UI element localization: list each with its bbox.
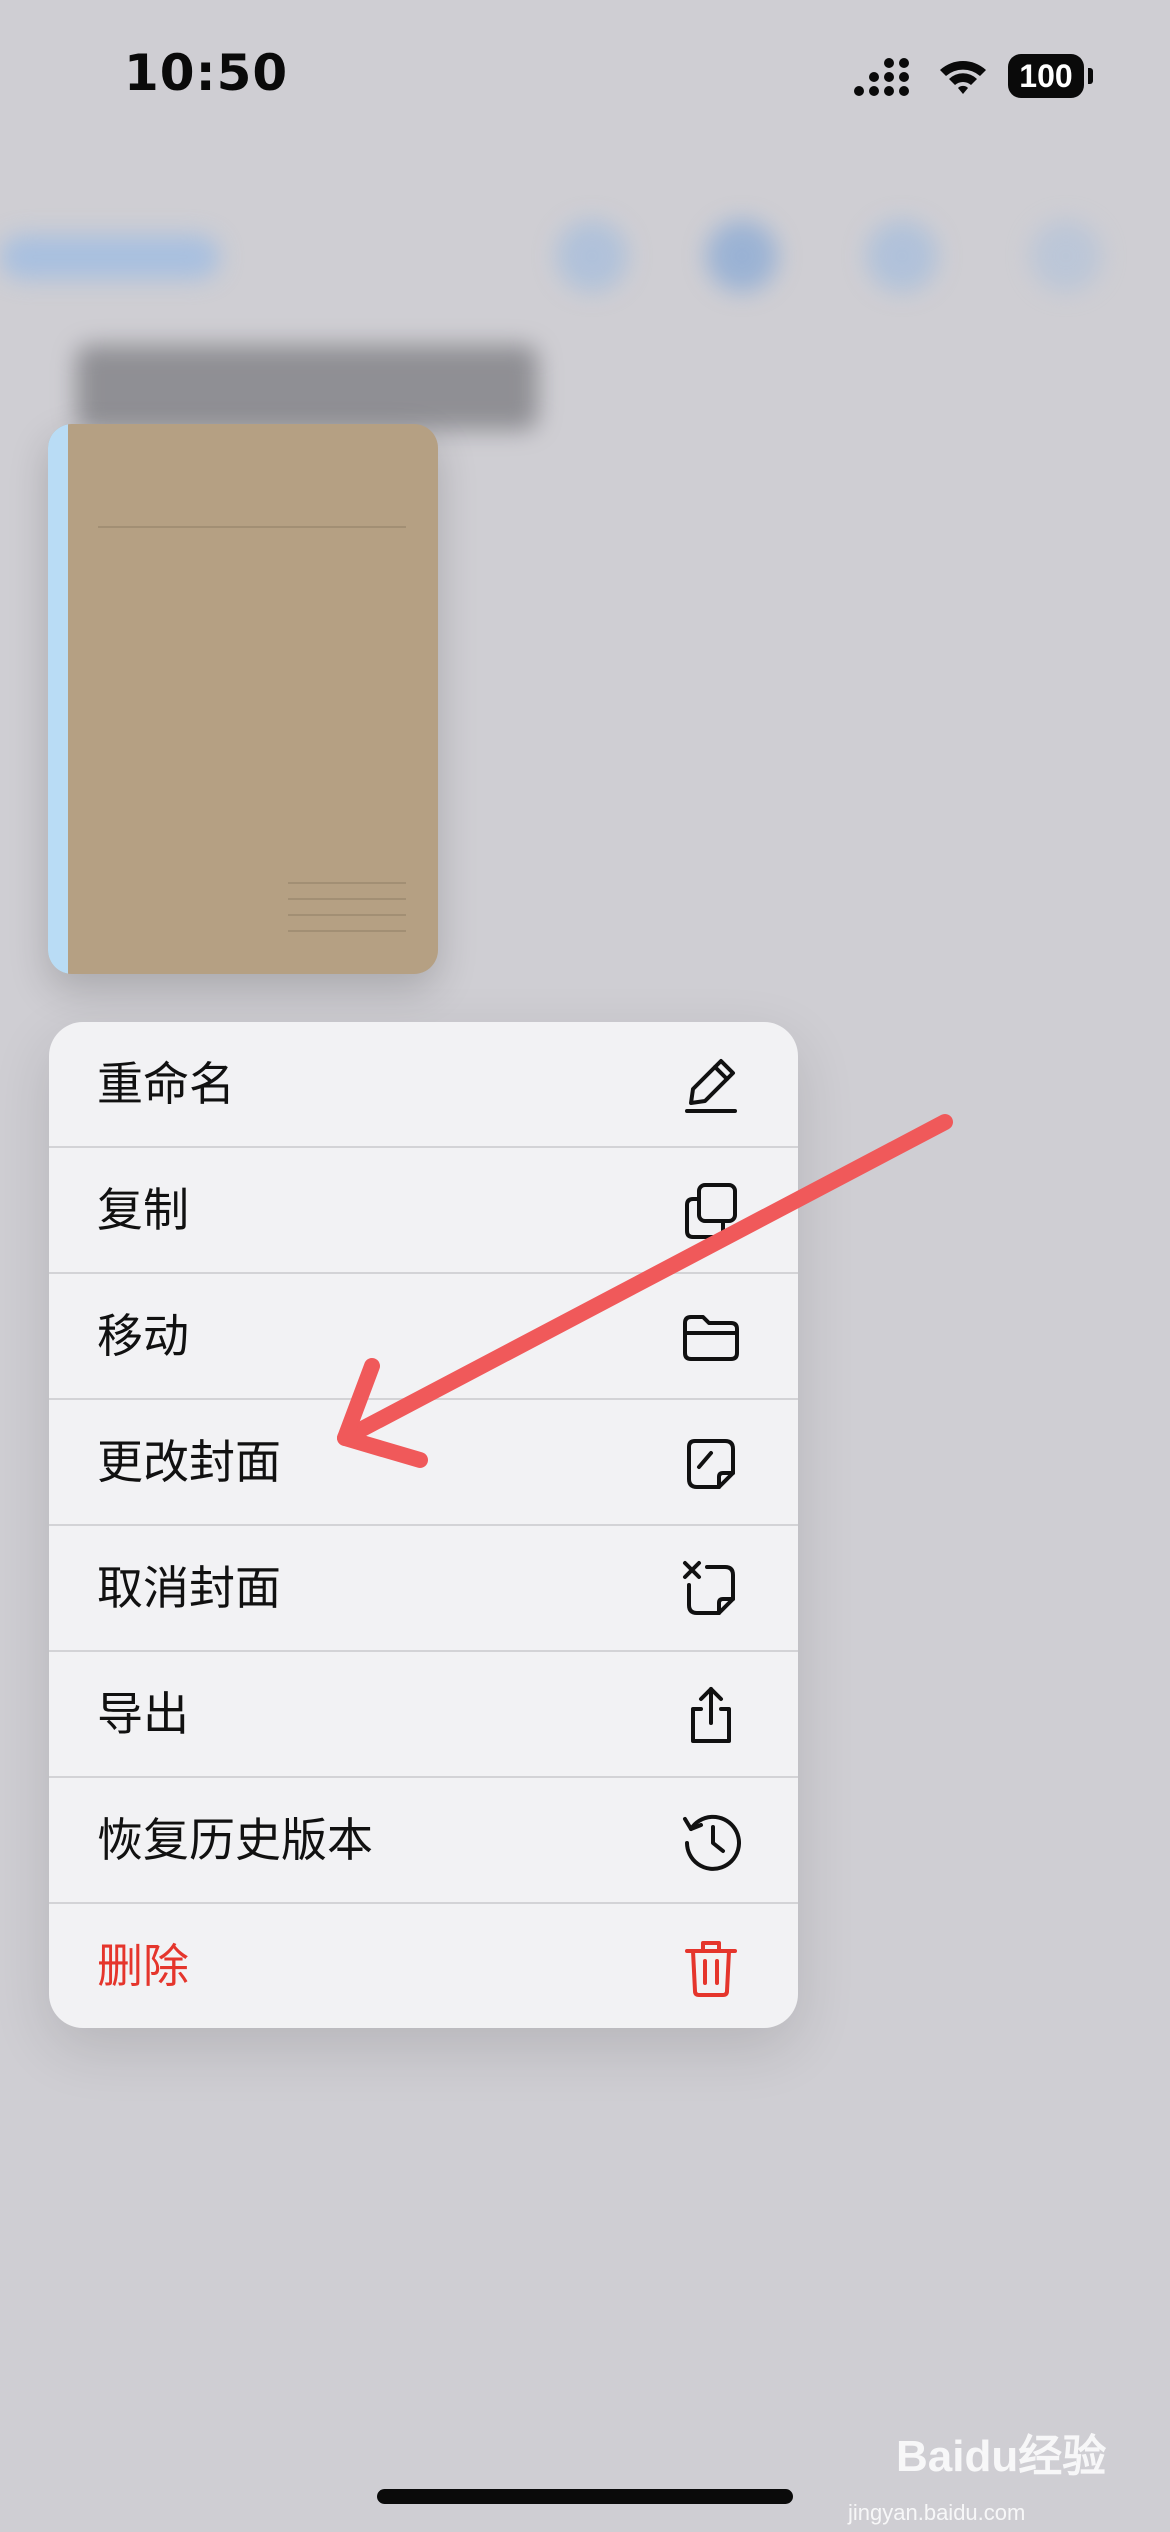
blurred-toolbar-button	[1030, 220, 1102, 292]
menu-item-delete[interactable]: 删除	[49, 1904, 798, 2028]
menu-item-duplicate[interactable]: 复制	[49, 1148, 798, 1274]
menu-item-label: 取消封面	[97, 1561, 281, 1615]
menu-item-rename[interactable]: 重命名	[49, 1022, 798, 1148]
remove-cover-icon	[683, 1561, 735, 1615]
blurred-page-title	[76, 345, 538, 430]
context-menu: 重命名 复制 移动 更改封面 取消封面 导出 恢复历史版本 删除	[49, 1022, 798, 2028]
menu-item-remove-cover[interactable]: 取消封面	[49, 1526, 798, 1652]
notebook-cover[interactable]	[48, 424, 438, 974]
folder-icon	[683, 1315, 739, 1361]
menu-item-label: 复制	[97, 1183, 189, 1237]
baidu-watermark: Baidu经验	[896, 2420, 1116, 2500]
cover-rule	[288, 930, 406, 932]
cover-rule	[288, 898, 406, 900]
cover-rule	[98, 526, 406, 528]
battery-tip	[1088, 68, 1093, 84]
menu-item-label: 移动	[97, 1309, 189, 1363]
menu-item-change-cover[interactable]: 更改封面	[49, 1400, 798, 1526]
pencil-icon	[685, 1059, 737, 1113]
share-icon	[691, 1687, 731, 1743]
watermark-url: jingyan.baidu.com	[848, 2500, 1026, 2525]
duplicate-icon	[685, 1183, 737, 1239]
menu-item-label: 重命名	[97, 1057, 235, 1111]
history-icon	[683, 1814, 741, 1871]
menu-item-label: 导出	[97, 1687, 189, 1741]
watermark-brand: Baidu经验	[896, 2432, 1107, 2481]
status-time: 10:50	[124, 44, 289, 102]
notebook-spine	[48, 424, 68, 974]
trash-icon	[685, 1941, 737, 1997]
status-bar: 10:50 100	[0, 0, 1170, 150]
menu-item-label: 恢复历史版本	[97, 1813, 373, 1867]
menu-item-export[interactable]: 导出	[49, 1652, 798, 1778]
menu-item-restore-history[interactable]: 恢复历史版本	[49, 1778, 798, 1904]
cover-rule	[288, 882, 406, 884]
blurred-toolbar-button	[706, 220, 778, 292]
wifi-icon	[940, 61, 986, 94]
blurred-toolbar-button	[866, 220, 938, 292]
menu-item-label: 更改封面	[97, 1435, 281, 1489]
menu-item-label: 删除	[97, 1939, 189, 1993]
cellular-signal-icon	[854, 58, 909, 96]
battery-indicator: 100	[1008, 54, 1084, 98]
cover-rule	[288, 914, 406, 916]
blurred-toolbar-button	[556, 220, 628, 292]
change-cover-icon	[687, 1439, 735, 1489]
blurred-back-link	[0, 235, 220, 279]
home-indicator[interactable]	[377, 2489, 793, 2504]
menu-item-move[interactable]: 移动	[49, 1274, 798, 1400]
